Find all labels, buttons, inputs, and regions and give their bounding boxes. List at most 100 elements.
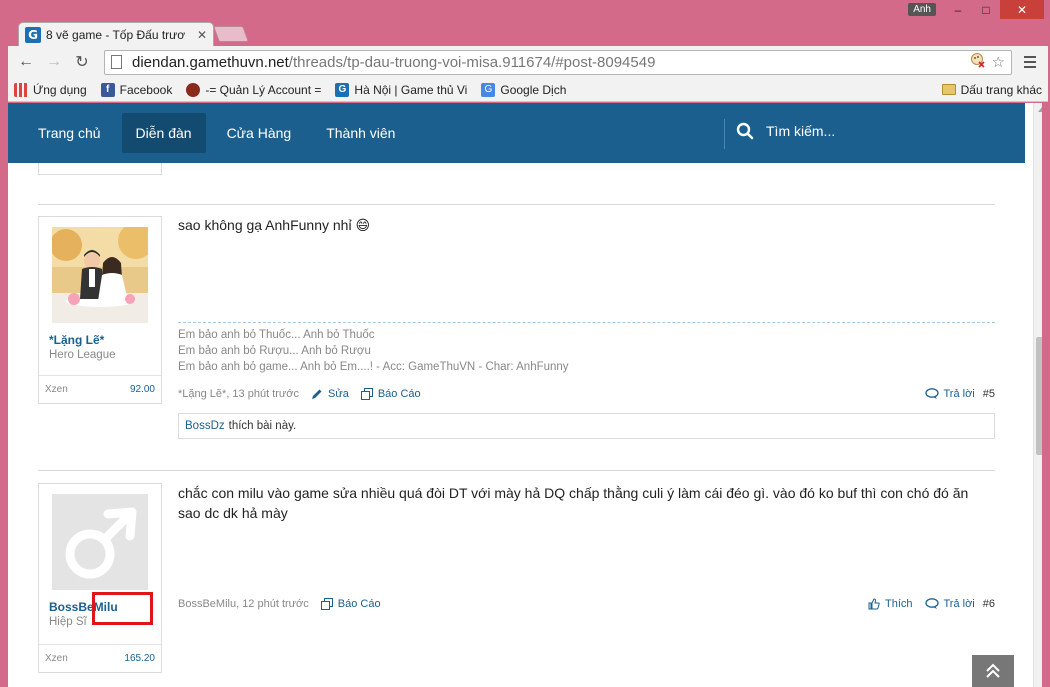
apps-icon [14,82,28,97]
translate-icon: G [481,82,496,97]
avatar[interactable] [52,494,148,590]
thread-content: *Lặng Lẽ* Hero League Xzen 92.00 sao khô… [8,163,1025,687]
stat-value: 92.00 [129,384,155,395]
nav-home[interactable]: Trang chủ [24,113,115,153]
reload-icon[interactable]: ↻ [70,50,94,74]
search-button[interactable]: Tìm kiếm... [736,122,835,140]
blocked-content-icon[interactable] [970,52,986,72]
stat-label: Xzen [45,653,68,664]
close-window-icon[interactable]: ✕ [1000,0,1044,19]
user-card: BossBeMilu Hiệp Sĩ Xzen 165.20 [38,483,162,673]
browser-tab[interactable]: G 8 vẽ game - Tốp Đấu trươ ✕ [18,22,214,46]
thumbs-up-icon [868,598,880,610]
nav-members[interactable]: Thành viên [312,113,409,153]
page-viewport: Trang chủ Diễn đàn Cửa Hàng Thành viên T… [8,103,1042,687]
chrome-menu-icon[interactable] [1018,50,1042,74]
like-button[interactable]: Thích [868,598,913,610]
user-stat: Xzen 92.00 [39,375,161,403]
bookmark-ha-noi[interactable]: G Hà Nội | Game thủ Vi [335,82,467,97]
bookmark-star-icon[interactable]: ☆ [992,53,1005,71]
message-text: chắc con milu vào game sửa nhiều quá đòi… [178,485,969,521]
bookmark-google-dich[interactable]: G Google Dịch [481,82,566,97]
post-message: chắc con milu vào game sửa nhiều quá đòi… [178,483,994,523]
post-meta: *Lặng Lẽ*, 13 phút trước Sửa Báo Cáo Trả… [178,384,995,404]
maximize-icon[interactable]: □ [972,0,1000,19]
reply-bubble-icon [924,598,939,610]
scrollbar-thumb[interactable] [1036,337,1042,455]
post-divider [38,470,995,471]
pencil-icon [311,388,323,400]
game-icon [186,82,201,97]
user-card: *Lặng Lẽ* Hero League Xzen 92.00 [38,216,162,404]
window-controls: Anh – □ ✕ [908,0,1044,22]
url-path: /threads/tp-dau-truong-voi-misa.911674/#… [288,53,656,71]
post-number[interactable]: #5 [983,388,995,400]
bookmark-apps[interactable]: Ứng dụng [14,82,87,97]
message-text: sao không gạ AnhFunny nhỉ [178,217,352,233]
post-author-time[interactable]: *Lặng Lẽ*, 13 phút trước [178,388,299,400]
url-host: diendan.gamethuvn.net [132,53,289,71]
report-icon [320,598,333,610]
stat-value: 165.20 [124,653,155,664]
nav-store[interactable]: Cửa Hàng [213,113,306,153]
tab-title: 8 vẽ game - Tốp Đấu trươ [46,27,186,42]
previous-user-card [38,163,162,175]
facebook-icon: f [100,82,115,97]
post-number[interactable]: #6 [983,598,995,610]
folder-icon [941,84,956,95]
avatar[interactable] [52,227,148,323]
tab-close-icon[interactable]: ✕ [197,28,207,42]
bookmark-quan-ly-account[interactable]: -= Quản Lý Account = [186,82,321,97]
signature: Em bảo anh bỏ Thuốc... Anh bỏ Thuốc Em b… [178,327,569,375]
scroll-to-top-button[interactable] [972,655,1014,687]
address-bar[interactable]: diendan.gamethuvn.net/threads/tp-dau-tru… [104,49,1012,75]
site-favicon-icon: G [25,26,41,43]
post-message: sao không gạ AnhFunny nhỉ 😄 [178,215,994,235]
gamethu-icon: G [335,82,350,97]
page-icon [111,55,122,69]
report-button[interactable]: Báo Cáo [360,388,421,400]
user-title: Hiệp Sĩ [49,616,87,628]
stat-label: Xzen [45,384,68,395]
browser-toolbar: ← → ↻ diendan.gamethuvn.net/threads/tp-d… [8,46,1048,78]
tab-strip: G 8 vẽ game - Tốp Đấu trươ ✕ [8,20,1048,46]
report-icon [360,388,373,400]
new-tab-button[interactable] [213,26,249,42]
edit-button[interactable]: Sửa [311,388,349,400]
search-label: Tìm kiếm... [766,123,836,139]
user-stat: Xzen 165.20 [39,644,161,672]
double-chevron-up-icon [986,663,1000,678]
username[interactable]: *Lặng Lẽ* [49,333,104,347]
browser-window: Anh – □ ✕ G 8 vẽ game - Tốp Đấu trươ ✕ ←… [0,0,1050,687]
post-divider [38,204,995,205]
highlight-annotation-box [92,592,153,625]
forward-arrow-icon[interactable]: → [42,50,66,74]
other-bookmarks[interactable]: Dấu trang khác [941,83,1042,97]
reply-button[interactable]: Trả lời [924,388,975,400]
likes-summary: BossDz thích bài này. [178,413,995,439]
post-author-time[interactable]: BossBeMilu, 12 phút trước [178,598,309,610]
likes-text: thích bài này. [228,420,297,432]
nav-divider [724,119,725,149]
minimize-icon[interactable]: – [944,0,972,19]
site-navbar: Trang chủ Diễn đàn Cửa Hàng Thành viên T… [8,103,1025,163]
bookmarks-bar: Ứng dụng f Facebook -= Quản Lý Account = … [8,78,1048,102]
default-male-avatar-icon [52,494,148,590]
post-meta: BossBeMilu, 12 phút trước Báo Cáo Thích … [178,594,995,614]
laughing-emoji-icon: 😄 [355,217,371,233]
user-title: Hero League [49,349,116,361]
search-icon [736,122,754,140]
vertical-scrollbar[interactable] [1033,103,1042,687]
nav-forums[interactable]: Diễn đàn [121,113,206,153]
signature-line: Em bảo anh bỏ Rượu... Anh bỏ Rượu [178,345,371,357]
reply-bubble-icon [924,388,939,400]
liker-name[interactable]: BossDz [185,420,225,432]
report-button[interactable]: Báo Cáo [320,598,381,610]
reply-button[interactable]: Trả lời [924,598,975,610]
profile-badge[interactable]: Anh [908,3,936,16]
scroll-up-arrow-icon[interactable] [1038,107,1042,112]
bookmark-facebook[interactable]: f Facebook [100,82,172,97]
signature-line: Em bảo anh bỏ game... Anh bỏ Em....! - A… [178,361,569,373]
url-text: diendan.gamethuvn.net/threads/tp-dau-tru… [132,54,655,71]
back-arrow-icon[interactable]: ← [14,50,38,74]
